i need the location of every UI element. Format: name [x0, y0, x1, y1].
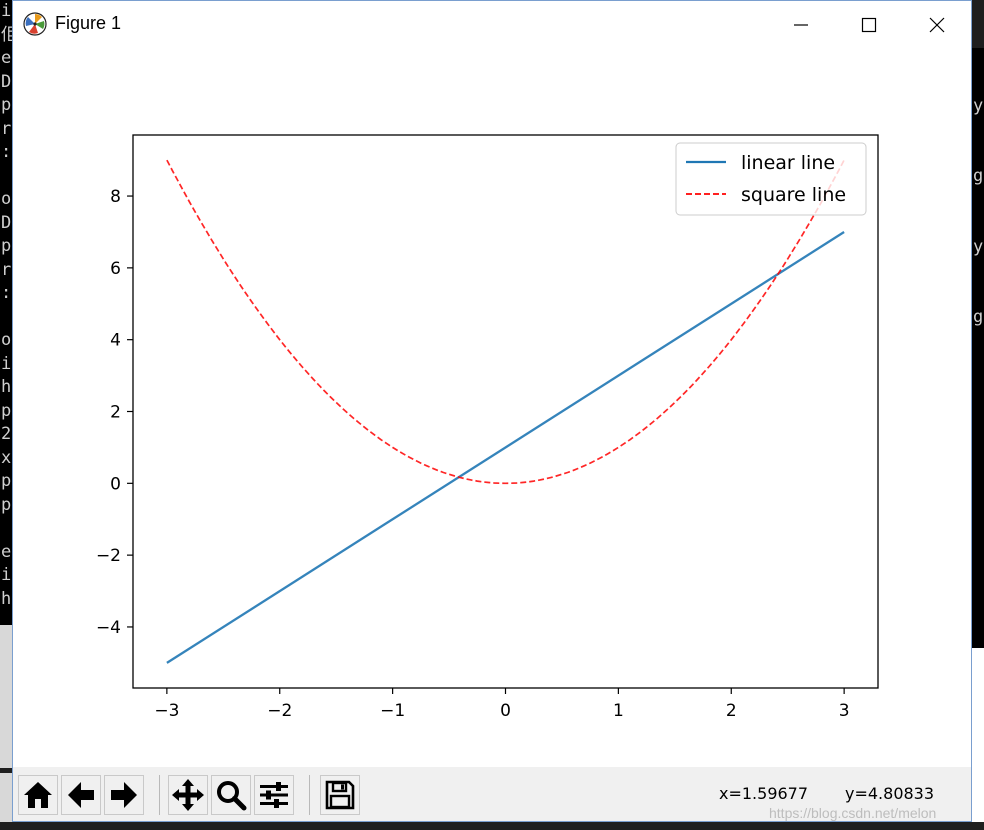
matplotlib-logo-icon: [23, 12, 47, 36]
watermark-text: https://blog.csdn.net/melon: [769, 805, 937, 821]
close-button[interactable]: [903, 1, 971, 48]
back-button[interactable]: [61, 775, 101, 815]
pan-button[interactable]: [168, 775, 208, 815]
subplots-button[interactable]: [254, 775, 294, 815]
line-chart[interactable]: −3 −2 −1 0 1 2 3 −4 −2 0 2 4 6 8 linear line square lin…: [13, 48, 971, 767]
home-icon: [24, 782, 52, 808]
y-tick-label: −4: [96, 618, 121, 638]
title-bar[interactable]: Figure 1: [13, 1, 971, 48]
plot-area: [133, 135, 878, 688]
cursor-y-readout: y=4.80833: [845, 784, 935, 803]
y-tick-label: 6: [110, 259, 121, 279]
y-tick-label: 2: [110, 403, 121, 423]
background-console-right: y g y g: [972, 48, 984, 648]
y-tick-label: 8: [110, 187, 121, 207]
x-tick-label: −2: [267, 701, 292, 721]
taskbar-edge: [0, 822, 984, 830]
console-char: g: [973, 166, 984, 186]
sliders-icon: [260, 782, 288, 808]
floppy-icon: [325, 780, 355, 810]
zoom-button[interactable]: [211, 775, 251, 815]
window-title: Figure 1: [55, 13, 122, 33]
minimize-button[interactable]: [767, 1, 835, 48]
move-icon: [172, 779, 204, 811]
x-tick-label: 3: [839, 701, 850, 721]
x-tick-label: 2: [726, 701, 737, 721]
console-char: y: [973, 95, 984, 116]
magnifier-icon: [217, 781, 247, 811]
forward-button[interactable]: [104, 775, 144, 815]
x-tick-label: 0: [500, 701, 511, 721]
minimize-icon: [794, 23, 808, 26]
toolbar-separator: [159, 775, 160, 815]
background-panel-right: [972, 648, 984, 830]
legend-label: square line: [741, 184, 846, 206]
y-tick-label: −2: [96, 546, 121, 566]
legend-label: linear line: [741, 152, 835, 174]
figure-window: Figure 1 −3 −2 −1 0 1 2 3 −4 −2 0 2 4 6 8 linear line s…: [12, 0, 972, 822]
y-tick-label: 0: [110, 474, 121, 494]
arrow-left-icon: [68, 782, 94, 808]
y-tick-label: 4: [110, 331, 121, 351]
x-tick-label: −3: [154, 701, 179, 721]
maximize-icon: [861, 17, 877, 32]
save-button[interactable]: [320, 775, 360, 815]
close-icon: [929, 17, 945, 32]
x-tick-label: −1: [380, 701, 405, 721]
cursor-x-readout: x=1.59677: [719, 784, 809, 803]
arrow-right-icon: [111, 782, 137, 808]
maximize-button[interactable]: [835, 1, 903, 48]
x-tick-label: 1: [613, 701, 624, 721]
toolbar-separator: [309, 775, 310, 815]
console-char: g: [973, 307, 984, 327]
console-char: y: [973, 236, 984, 257]
figure-canvas[interactable]: −3 −2 −1 0 1 2 3 −4 −2 0 2 4 6 8 linear line square lin…: [13, 48, 971, 767]
background-panel: [0, 625, 12, 830]
home-button[interactable]: [18, 775, 58, 815]
navigation-toolbar: x=1.59677 y=4.80833 https://blog.csdn.ne…: [13, 767, 971, 821]
